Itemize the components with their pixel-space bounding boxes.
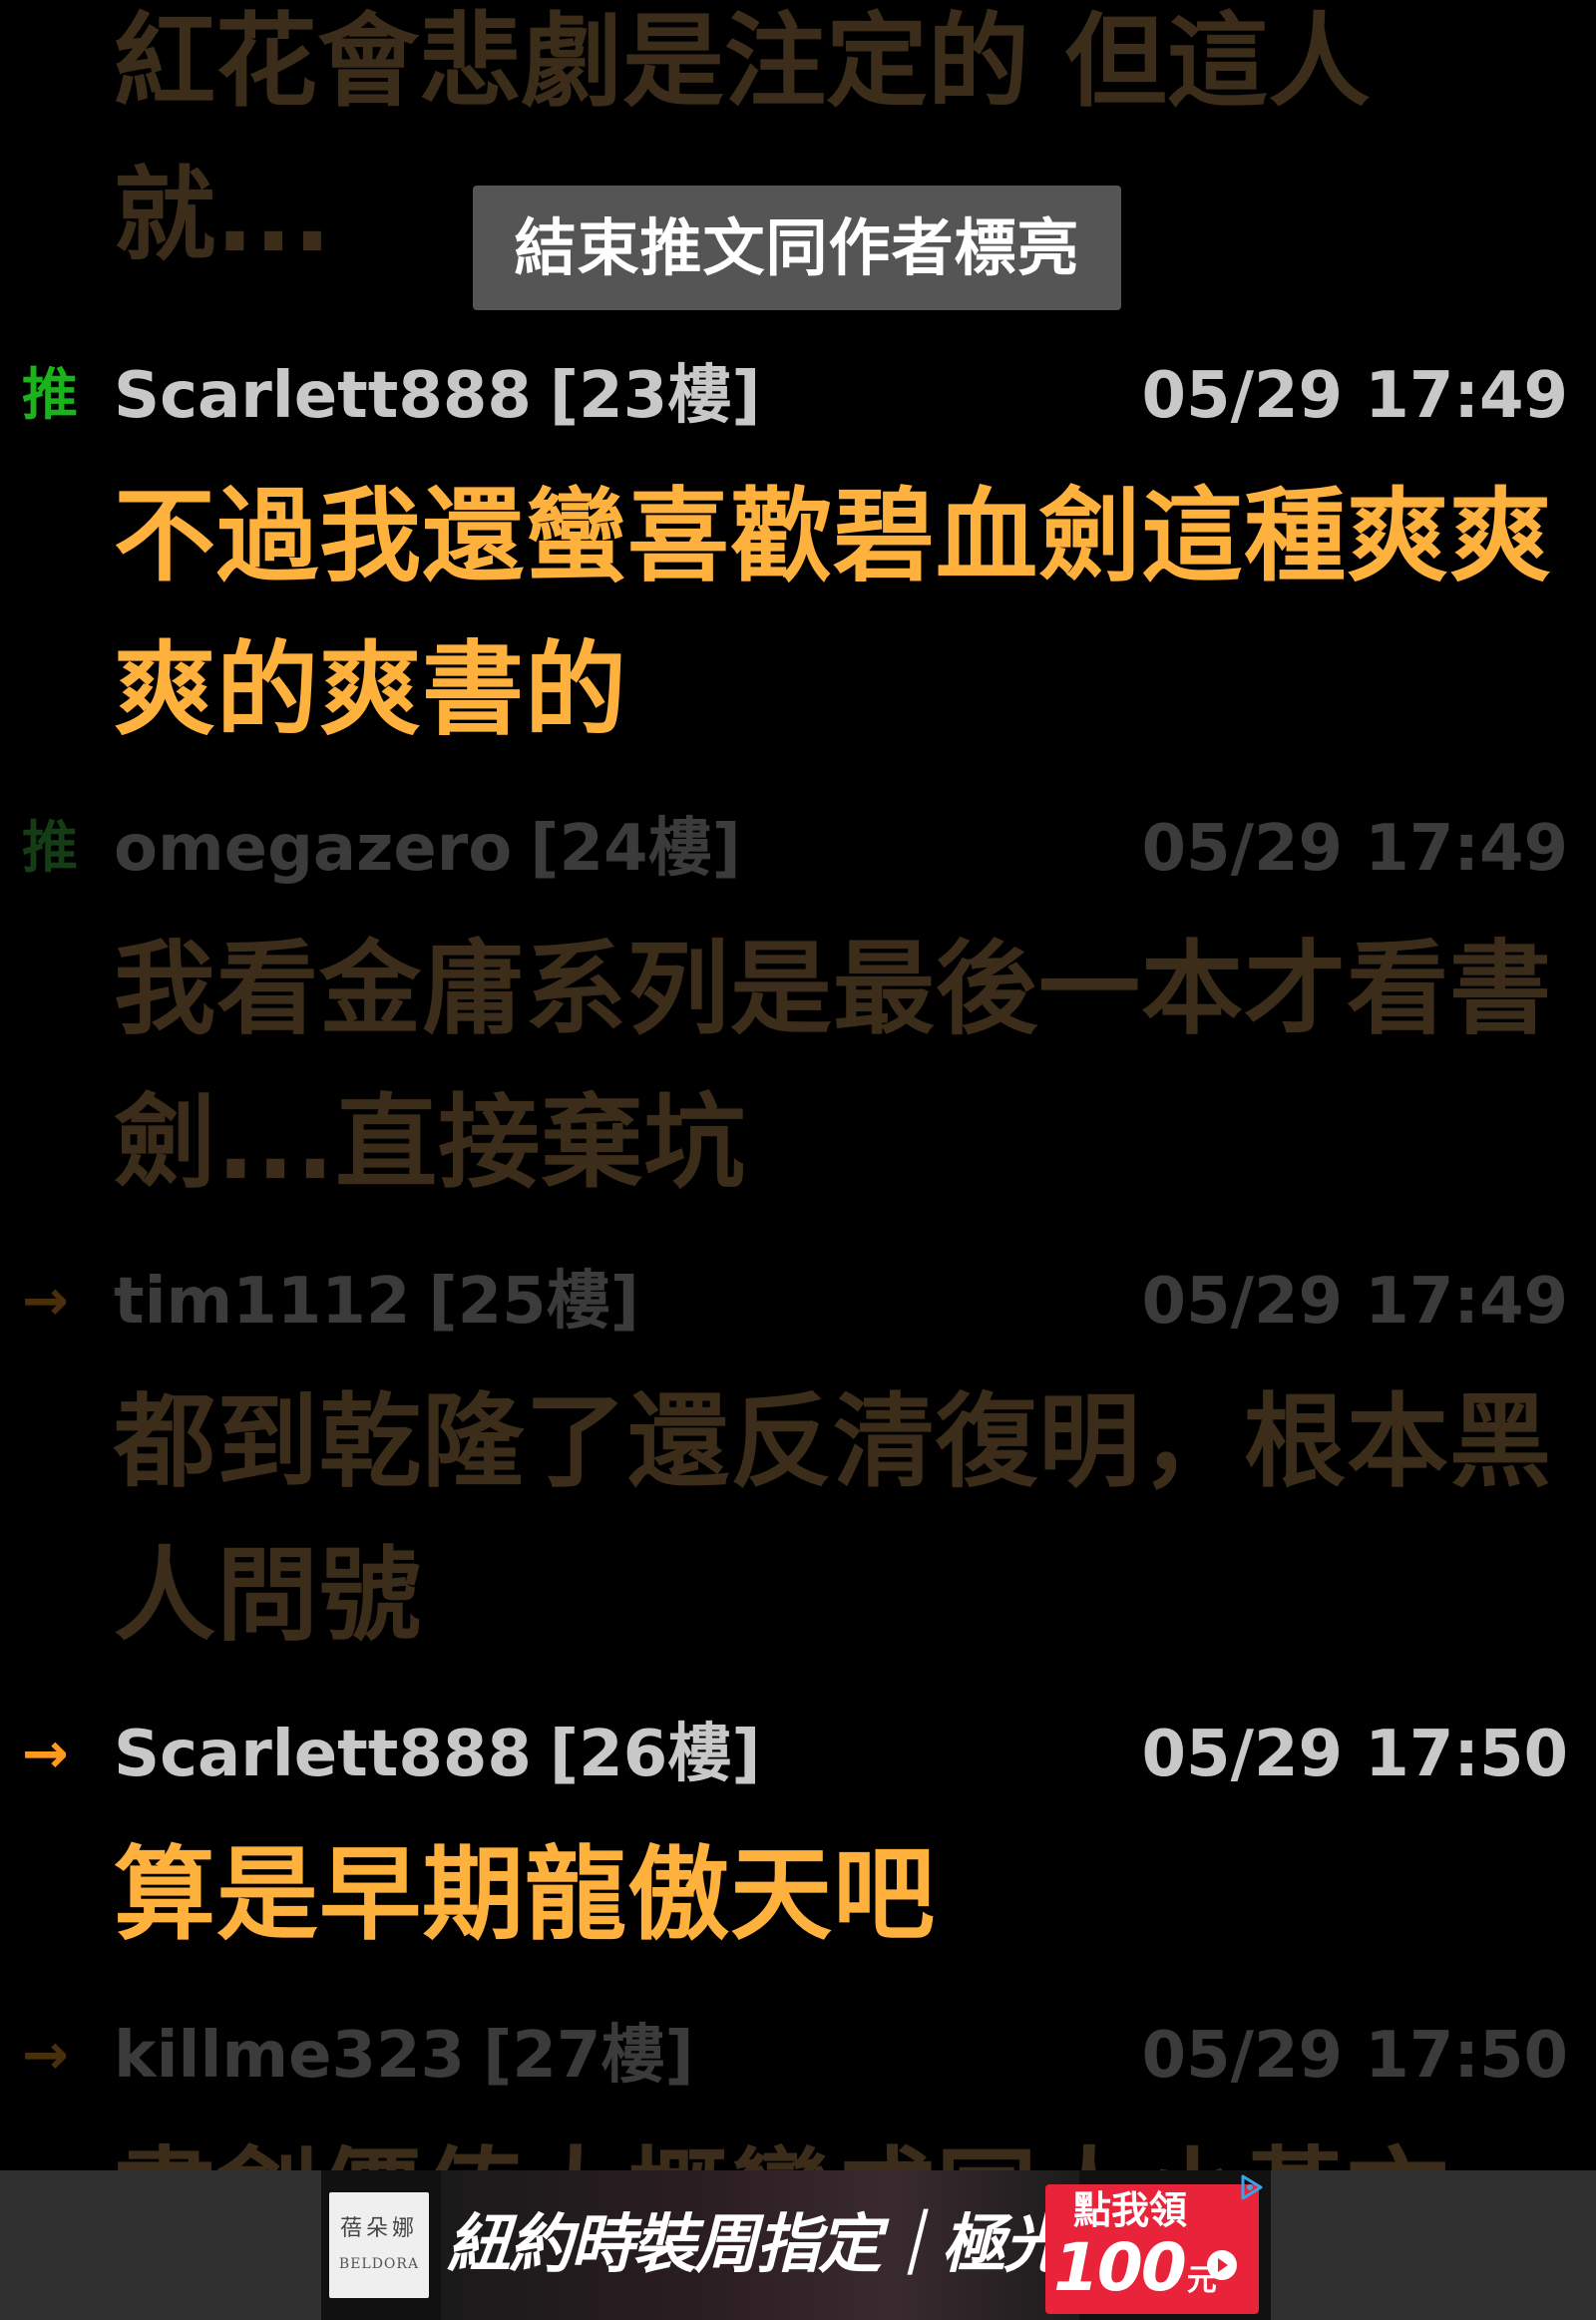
arrow-tag: → xyxy=(22,1722,69,1786)
comment-header: → Scarlett888 [26樓] 05/29 17:50 xyxy=(0,1710,1596,1799)
floor-number: [23樓] xyxy=(549,359,761,433)
username[interactable]: Scarlett888 xyxy=(114,1718,532,1791)
username[interactable]: omegazero xyxy=(114,812,512,886)
floor-number: [26樓] xyxy=(549,1718,761,1791)
ad-cta-amount: 100元 xyxy=(1053,2228,1217,2320)
comment-user[interactable]: Scarlett888 [26樓] xyxy=(114,1720,760,1789)
highlight-author-toggle[interactable]: 結束推文同作者標亮 xyxy=(473,186,1121,310)
comment-user[interactable]: tim1112 [25樓] xyxy=(114,1267,639,1337)
ad-banner[interactable]: 蓓朵娜 BELDORA 紐約時裝周指定｜極光CC霜 點我領 100元 xyxy=(321,2170,1271,2320)
comment-user[interactable]: killme323 [27樓] xyxy=(114,2021,694,2091)
comment-header: 推 Scarlett888 [23樓] 05/29 17:49 xyxy=(0,351,1596,441)
comment-text: 我看金庸系列是最後一本才看書劍...直接棄坑 xyxy=(114,931,1552,1203)
adchoices-icon[interactable] xyxy=(1237,2172,1267,2202)
comment-text: 不過我還蠻喜歡碧血劍這種爽爽爽的爽書的 xyxy=(114,478,1552,750)
comment-time: 05/29 17:49 xyxy=(1141,1265,1569,1339)
username[interactable]: tim1112 xyxy=(114,1265,410,1339)
comment-header: 推 omegazero [24樓] 05/29 17:49 xyxy=(0,804,1596,894)
push-tag: 推 xyxy=(22,363,78,428)
floor-number: [27樓] xyxy=(483,2019,694,2093)
comment-time: 05/29 17:50 xyxy=(1141,2019,1569,2093)
comment-header: → killme323 [27樓] 05/29 17:50 xyxy=(0,2011,1596,2101)
username[interactable]: killme323 xyxy=(114,2019,465,2093)
play-arrow-icon xyxy=(1207,2250,1237,2280)
arrow-tag: → xyxy=(22,2023,69,2088)
comment-time: 05/29 17:50 xyxy=(1141,1718,1569,1791)
arrow-tag: → xyxy=(22,1269,69,1334)
comment-time: 05/29 17:49 xyxy=(1141,812,1569,886)
push-tag: 推 xyxy=(22,816,78,881)
comment-user[interactable]: Scarlett888 [23樓] xyxy=(114,361,760,431)
brand-logo-en: BELDORA xyxy=(338,2256,420,2272)
comment-user[interactable]: omegazero [24樓] xyxy=(114,814,741,884)
floor-number: [24樓] xyxy=(530,812,741,886)
comment-time: 05/29 17:49 xyxy=(1141,359,1569,433)
ad-cta-label: 點我領 xyxy=(1072,2188,1187,2232)
ad-bar: 蓓朵娜 BELDORA 紐約時裝周指定｜極光CC霜 點我領 100元 xyxy=(0,2170,1596,2320)
brand-logo-cn: 蓓朵娜 xyxy=(339,2216,418,2241)
ad-cta-button[interactable]: 點我領 100元 xyxy=(1045,2184,1259,2314)
comment-text: 算是早期龍傲天吧 xyxy=(114,1836,936,1955)
username[interactable]: Scarlett888 xyxy=(114,359,532,433)
ad-cta-number: 100 xyxy=(1053,2229,1187,2306)
comment-text: 都到乾隆了還反清復明，根本黑人問號 xyxy=(114,1383,1552,1656)
floor-number: [25樓] xyxy=(428,1265,639,1339)
comment-header: → tim1112 [25樓] 05/29 17:49 xyxy=(0,1257,1596,1347)
brand-logo: 蓓朵娜 BELDORA xyxy=(329,2192,429,2298)
